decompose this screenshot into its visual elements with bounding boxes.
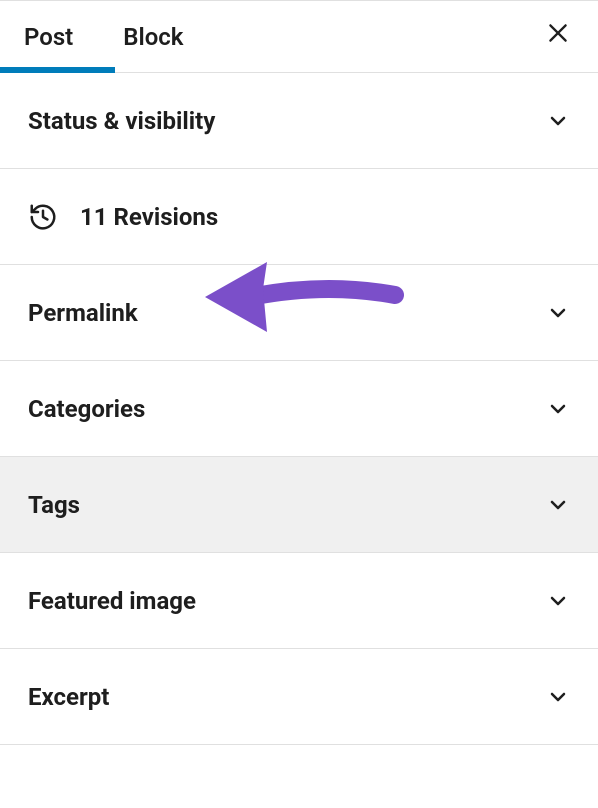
- tab-block[interactable]: Block: [123, 1, 201, 72]
- chevron-down-icon: [546, 397, 570, 421]
- settings-panel: Post Block Status & visibility: [0, 0, 598, 745]
- tabs-bar: Post Block: [0, 1, 598, 73]
- section-categories[interactable]: Categories: [0, 361, 598, 457]
- history-icon: [28, 202, 58, 232]
- tab-block-label: Block: [123, 23, 183, 51]
- section-label: Tags: [28, 491, 80, 519]
- section-label: Featured image: [28, 587, 196, 615]
- section-featured-image[interactable]: Featured image: [0, 553, 598, 649]
- section-label: Categories: [28, 395, 145, 423]
- revisions-label: 11 Revisions: [80, 203, 218, 231]
- section-label: Permalink: [28, 299, 138, 327]
- section-label: Excerpt: [28, 683, 109, 711]
- chevron-down-icon: [546, 301, 570, 325]
- section-excerpt[interactable]: Excerpt: [0, 649, 598, 745]
- chevron-down-icon: [546, 685, 570, 709]
- close-button[interactable]: [542, 21, 574, 53]
- chevron-down-icon: [546, 109, 570, 133]
- tab-post-label: Post: [24, 23, 73, 51]
- section-tags[interactable]: Tags: [0, 457, 598, 553]
- section-status-visibility[interactable]: Status & visibility: [0, 73, 598, 169]
- section-label: Status & visibility: [28, 107, 215, 135]
- chevron-down-icon: [546, 589, 570, 613]
- chevron-down-icon: [546, 493, 570, 517]
- section-revisions[interactable]: 11 Revisions: [0, 169, 598, 265]
- section-permalink[interactable]: Permalink: [0, 265, 598, 361]
- close-icon: [545, 20, 571, 53]
- tab-post[interactable]: Post: [24, 1, 91, 72]
